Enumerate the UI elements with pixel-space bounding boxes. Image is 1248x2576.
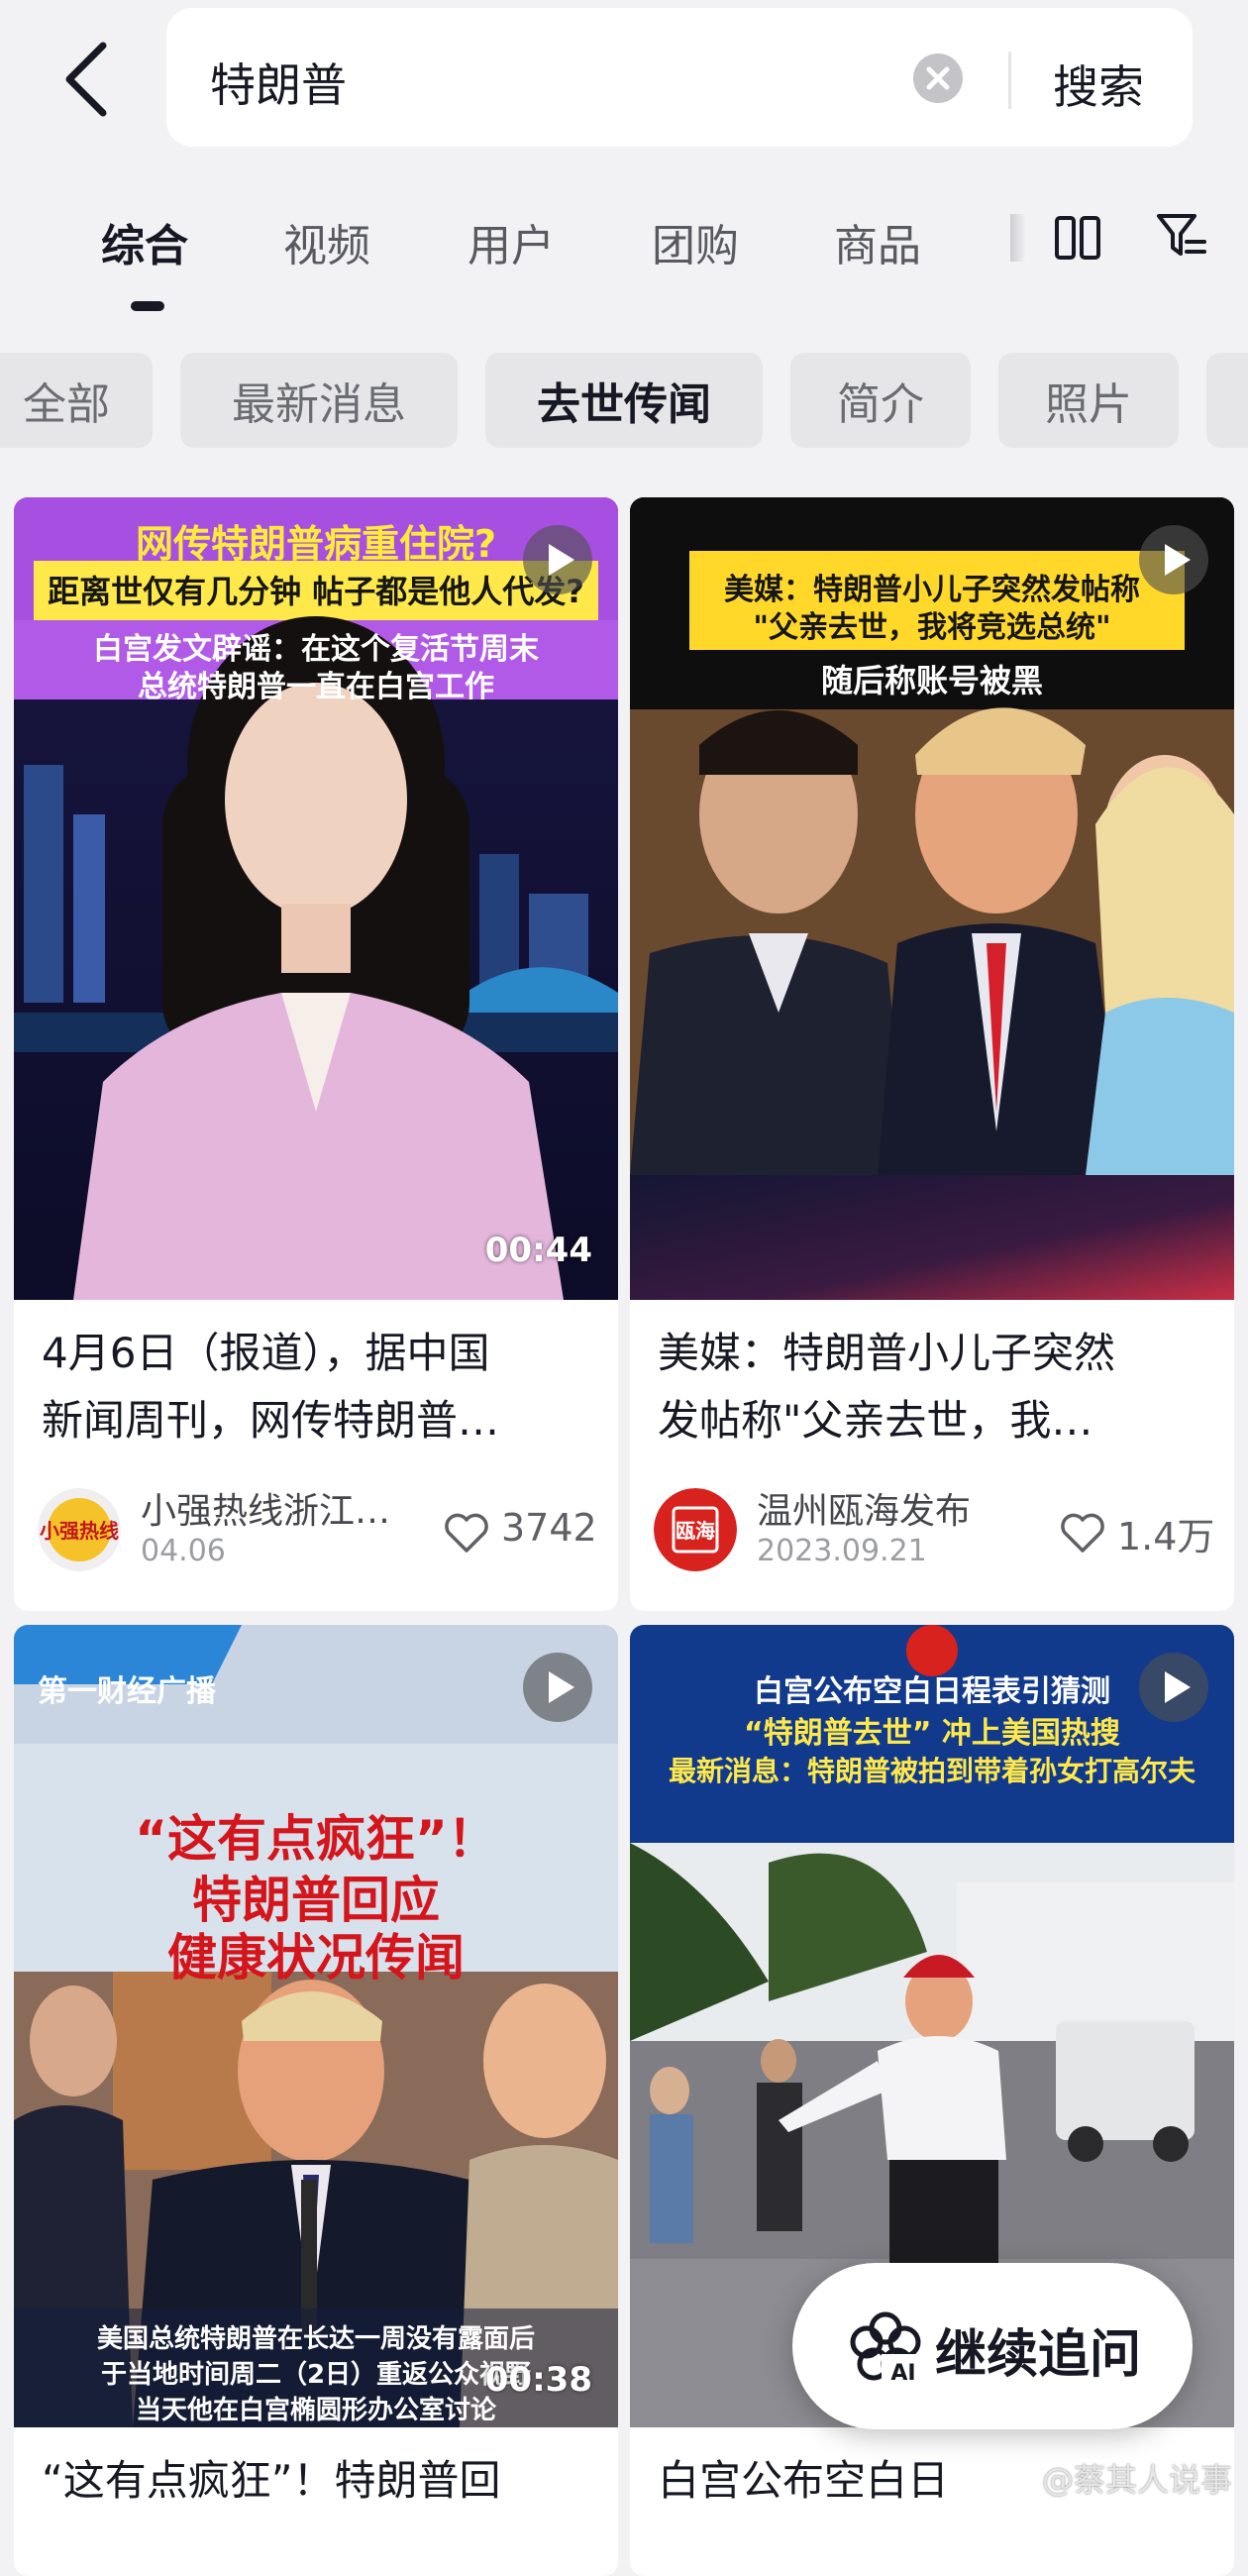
chip-profile[interactable]: 简介	[790, 353, 971, 448]
chip-label: 照片	[1045, 379, 1132, 430]
tab-active-indicator	[131, 301, 164, 311]
follow-up-button[interactable]: AI 继续追问	[792, 2263, 1193, 2429]
ai-flower-icon: AI	[850, 2311, 925, 2386]
play-button[interactable]	[1139, 525, 1208, 594]
author-name[interactable]: 温州瓯海发布	[757, 1482, 971, 1534]
play-icon	[549, 1671, 574, 1703]
chip-death-rumor[interactable]: 去世传闻	[485, 353, 763, 448]
tab-products[interactable]: 商品	[834, 210, 921, 273]
title-line: 4月6日（报道），据中国	[42, 1329, 490, 1377]
play-button[interactable]	[523, 1653, 592, 1722]
back-button[interactable]	[57, 40, 117, 119]
double-column-icon[interactable]	[1054, 214, 1101, 262]
title-line: 发帖称"父亲去世，我…	[658, 1396, 1093, 1445]
chip-photos[interactable]: 照片	[998, 353, 1179, 448]
close-icon	[926, 66, 950, 90]
video-title[interactable]: 4月6日（报道），据中国 新闻周刊，网传特朗普…	[42, 1320, 592, 1454]
avatar-image: 小强热线	[38, 1488, 121, 1571]
play-icon	[1165, 1671, 1191, 1703]
search-divider	[1008, 52, 1011, 109]
tab-group-buy[interactable]: 团购	[652, 210, 739, 273]
tab-videos[interactable]: 视频	[283, 210, 370, 273]
video-card[interactable]: 美媒：特朗普小儿子突然发帖称 "父亲去世，我将竞选总统" 随后称账号被黑 美媒：…	[630, 497, 1234, 1611]
video-thumbnail[interactable]: 网传特朗普病重住院? 距离世仅有几分钟 帖子都是他人代发? 白宫发文辟谣：在这个…	[14, 497, 618, 1300]
post-date: 2023.09.21	[757, 1534, 927, 1568]
play-icon	[549, 544, 574, 576]
chip-label: 去世传闻	[537, 379, 711, 430]
tab-overflow-fade	[1010, 214, 1026, 262]
chip-all[interactable]: 全部	[0, 353, 153, 448]
search-box[interactable]: 特朗普 搜索	[166, 8, 1193, 147]
channel-logo: 第一财经广播	[38, 1674, 216, 1709]
author-avatar[interactable]: 瓯海	[654, 1488, 737, 1571]
overlay-subline: 健康状况传闻	[167, 1929, 465, 1986]
chevron-left-icon	[65, 42, 107, 117]
author-name[interactable]: 小强热线浙江…	[141, 1482, 390, 1534]
video-title[interactable]: 美媒：特朗普小儿子突然 发帖称"父亲去世，我…	[658, 1320, 1208, 1454]
chip-label: 最新消息	[232, 379, 406, 430]
search-input[interactable]: 特朗普	[210, 50, 347, 115]
tab-users[interactable]: 用户	[468, 210, 555, 273]
video-card[interactable]: 第一财经广播 “这有点疯狂”！ 特朗普回应 健康状况传闻 美国总统特朗普在长达一…	[14, 1625, 618, 2576]
video-thumbnail[interactable]: 美媒：特朗普小儿子突然发帖称 "父亲去世，我将竞选总统" 随后称账号被黑	[630, 497, 1234, 1300]
play-button[interactable]	[523, 525, 592, 594]
tab-all[interactable]: 综合	[101, 210, 188, 273]
video-duration: 00:38	[484, 2360, 592, 2400]
title-line: 新闻周刊，网传特朗普…	[42, 1396, 500, 1445]
play-icon	[1165, 544, 1191, 576]
like-count: 3742	[501, 1506, 597, 1550]
avatar-logo-text: 小强热线	[40, 1519, 119, 1543]
heart-icon[interactable]	[444, 1512, 489, 1554]
search-button[interactable]: 搜索	[1053, 52, 1144, 117]
video-card[interactable]: 白宫公布空白日程表引猜测 “特朗普去世” 冲上美国热搜 最新消息：特朗普被拍到带…	[630, 1625, 1234, 2576]
author-avatar[interactable]: 小强热线	[38, 1488, 121, 1571]
thumbnail-image	[14, 497, 618, 1300]
ai-badge-text: AI	[890, 2361, 915, 2386]
watermark: @蔡其人说事	[1042, 2461, 1233, 2499]
title-line: “这有点疯狂”！特朗普回	[42, 2456, 501, 2505]
chip-more[interactable]	[1206, 353, 1248, 448]
follow-up-label: 继续追问	[935, 2325, 1142, 2385]
chip-label: 全部	[23, 379, 110, 430]
title-line: 美媒：特朗普小儿子突然	[658, 1329, 1116, 1377]
post-date: 04.06	[141, 1534, 226, 1568]
like-count: 1.4万	[1117, 1515, 1215, 1558]
thumbnail-image	[14, 1625, 618, 2427]
filter-icon[interactable]	[1155, 210, 1208, 264]
video-thumbnail[interactable]: 第一财经广播 “这有点疯狂”！ 特朗普回应 健康状况传闻 美国总统特朗普在长达一…	[14, 1625, 618, 2427]
overlay-line: 总统特朗普一直在白宫工作	[138, 670, 494, 704]
overlay-line: 最新消息：特朗普被拍到带着孙女打高尔夫	[668, 1755, 1196, 1787]
clear-search-button[interactable]	[913, 54, 963, 103]
overlay-line: 随后称账号被黑	[820, 662, 1043, 699]
play-button[interactable]	[1139, 1653, 1208, 1722]
avatar-logo-text: 瓯海	[676, 1519, 715, 1543]
overlay-subline: "父亲去世，我将竞选总统"	[753, 610, 1111, 645]
avatar-image: 瓯海	[654, 1488, 737, 1571]
chip-latest-news[interactable]: 最新消息	[180, 353, 458, 448]
heart-icon[interactable]	[1060, 1512, 1105, 1554]
chip-label: 简介	[837, 379, 924, 430]
video-duration: 00:44	[484, 1231, 592, 1270]
video-title[interactable]: “这有点疯狂”！特朗普回	[42, 2447, 592, 2515]
overlay-caption: 美国总统特朗普在长达一周没有露面后	[96, 2324, 535, 2354]
video-card[interactable]: 网传特朗普病重住院? 距离世仅有几分钟 帖子都是他人代发? 白宫发文辟谣：在这个…	[14, 497, 618, 1611]
